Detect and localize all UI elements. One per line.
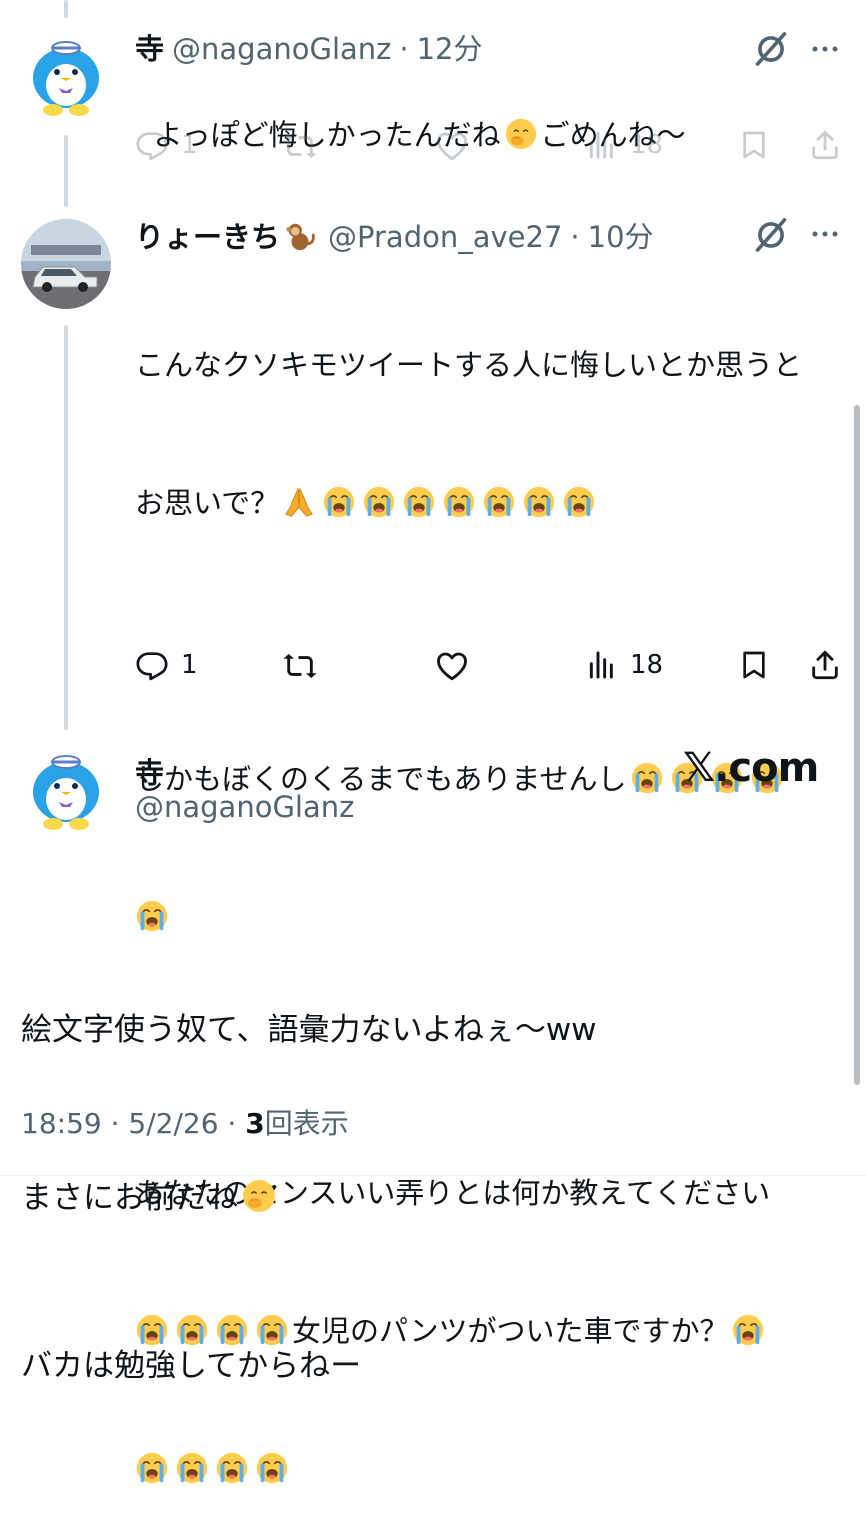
author-handle[interactable]: @naganoGlanz <box>135 790 354 824</box>
penguin-avatar-icon <box>21 30 111 120</box>
reply-icon <box>135 128 169 162</box>
retweet-icon <box>282 648 318 684</box>
grok-icon[interactable] <box>752 30 790 68</box>
crying-face-emoji-icon <box>402 485 436 519</box>
reply-button[interactable]: 1 <box>135 648 198 682</box>
folded-hands-emoji-icon <box>282 485 316 519</box>
crying-face-emoji-icon <box>362 485 396 519</box>
crying-face-emoji-icon <box>731 1313 765 1347</box>
share-icon <box>808 127 842 163</box>
thread-line-1 <box>64 135 68 207</box>
more-icon[interactable] <box>808 34 842 64</box>
view-count-number: 3 <box>245 1107 265 1140</box>
bookmark-button[interactable] <box>738 648 770 682</box>
more-icon[interactable] <box>808 219 842 249</box>
like-button[interactable] <box>434 128 470 164</box>
author-handle[interactable]: @naganoGlanz <box>172 32 391 66</box>
share-button[interactable] <box>808 127 842 163</box>
like-icon <box>434 648 470 684</box>
share-icon <box>808 647 842 683</box>
crying-face-emoji-icon <box>442 485 476 519</box>
shushing-face-emoji-icon <box>504 117 538 151</box>
divider <box>0 1175 866 1176</box>
bookmark-icon <box>738 128 770 162</box>
retweet-icon <box>282 128 318 164</box>
view-count-label: 回表示 <box>264 1107 349 1140</box>
author-handle[interactable]: @Pradon_ave27 <box>328 220 562 254</box>
view-count: 18 <box>630 130 664 160</box>
share-button[interactable] <box>808 647 842 683</box>
text-part: お思いで？ <box>135 486 280 520</box>
view-count: 18 <box>630 650 664 680</box>
avatar[interactable] <box>21 744 111 834</box>
text-line: こんなクソキモツイートする人に悔しいとか思うと <box>135 348 803 382</box>
text-line: まさにお前だね <box>21 1170 597 1226</box>
thread-line-2 <box>64 325 68 730</box>
crying-face-emoji-icon <box>522 485 556 519</box>
crying-face-emoji-icon <box>135 1451 169 1485</box>
grok-icon[interactable] <box>752 216 790 254</box>
text-line: バカは勉強してからねー <box>21 1348 362 1384</box>
x-com-logo: 𝕏.com <box>683 745 819 791</box>
tweet1-meta: 寺 @naganoGlanz · 12分 <box>135 26 483 68</box>
reply-count: 1 <box>181 130 198 160</box>
like-icon <box>434 128 470 164</box>
views-button[interactable]: 18 <box>586 128 663 162</box>
text-line: お思いで？ <box>135 480 855 526</box>
retweet-button[interactable] <box>282 648 318 684</box>
retweet-button[interactable] <box>282 128 318 164</box>
post-time[interactable]: 12分 <box>417 26 483 68</box>
avatar[interactable] <box>21 30 111 120</box>
crying-face-emoji-icon <box>322 485 356 519</box>
timestamp-text: 18:59 · 5/2/26 · <box>21 1107 246 1140</box>
like-button[interactable] <box>434 648 470 684</box>
views-button[interactable]: 18 <box>586 648 663 682</box>
separator: · <box>570 220 580 254</box>
author-name-text: りょーきち <box>135 220 281 254</box>
avatar[interactable] <box>21 219 111 309</box>
reply-button[interactable]: 1 <box>135 128 198 162</box>
author-name[interactable]: 寺 <box>135 26 164 68</box>
bookmark-button[interactable] <box>738 128 770 162</box>
crying-face-emoji-icon <box>562 485 596 519</box>
bookmark-icon <box>738 648 770 682</box>
crying-face-emoji-icon <box>215 1451 249 1485</box>
scrollbar[interactable] <box>854 405 860 1085</box>
reply-count: 1 <box>181 650 198 680</box>
author-name[interactable]: 寺 <box>135 750 164 792</box>
text-part: まさにお前だね <box>21 1180 238 1216</box>
views-icon <box>586 128 618 162</box>
main-tweet-text: 絵文字使う奴て、語彙力ないよねぇ〜ww まさにお前だね バカは勉強してからねー <box>21 890 597 1450</box>
post-timestamp[interactable]: 18:59 · 5/2/26 · 3回表示 <box>21 1102 349 1142</box>
crying-face-emoji-icon <box>255 1451 289 1485</box>
reply-icon <box>135 648 169 682</box>
text-line: 絵文字使う奴て、語彙力ないよねぇ〜ww <box>21 1012 597 1048</box>
crying-face-emoji-icon <box>630 761 664 795</box>
crying-face-emoji-icon <box>175 1451 209 1485</box>
text-line <box>135 1446 855 1492</box>
monkey-emoji-icon <box>283 219 317 253</box>
separator: · <box>399 32 409 66</box>
thread-line-top <box>64 0 68 18</box>
penguin-avatar-icon <box>21 744 111 834</box>
crying-face-emoji-icon <box>482 485 516 519</box>
car-photo-avatar-icon <box>21 219 111 309</box>
shushing-face-emoji-icon <box>241 1178 277 1214</box>
views-icon <box>586 648 618 682</box>
